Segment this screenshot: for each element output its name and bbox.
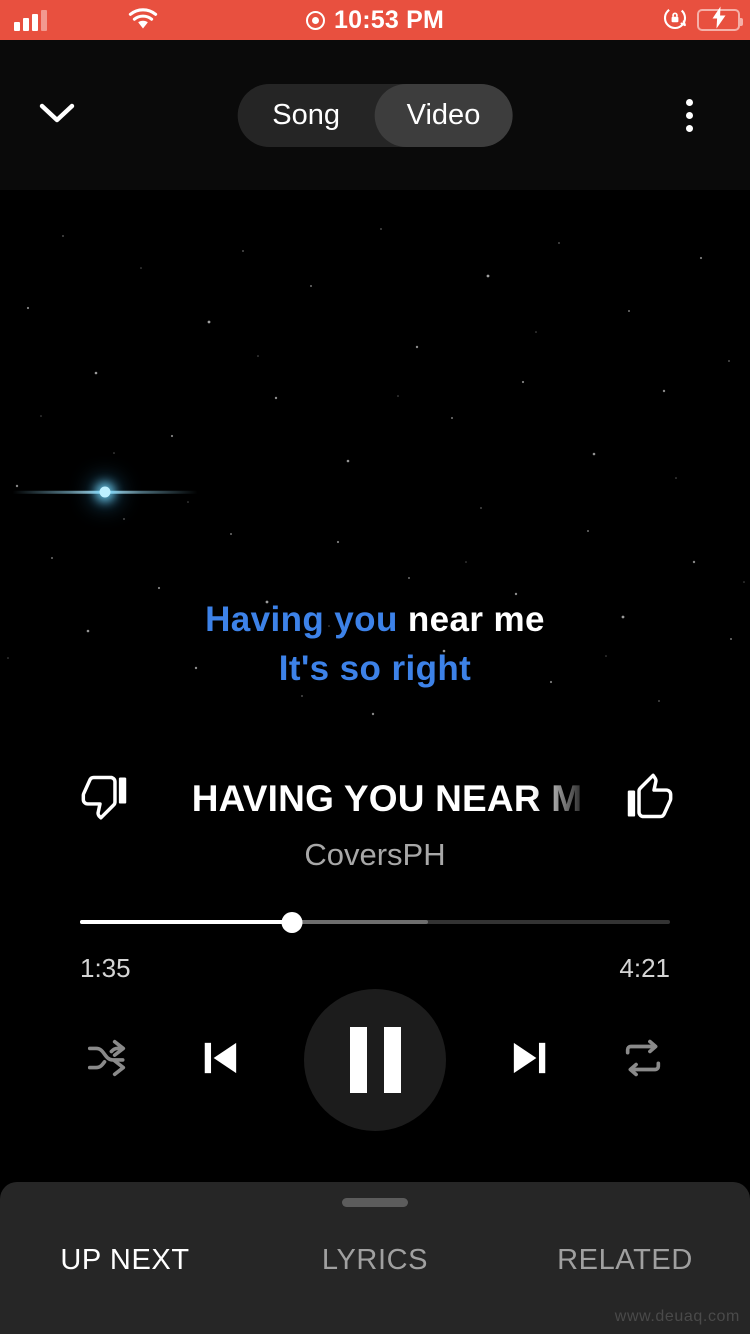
tab-related[interactable]: RELATED — [500, 1244, 750, 1277]
dislike-button[interactable] — [62, 756, 148, 842]
lyric-line-1: Having you near me — [0, 595, 750, 644]
like-button[interactable] — [606, 756, 692, 842]
progress-knob[interactable] — [281, 912, 303, 933]
lyric-sung-text: Having you — [205, 600, 408, 639]
chevron-down-icon — [37, 100, 77, 131]
song-video-toggle[interactable]: Song Video — [237, 83, 513, 147]
collapse-player-button[interactable] — [28, 86, 86, 144]
toggle-option-song[interactable]: Song — [238, 84, 375, 147]
site-watermark: www.deuaq.com — [614, 1308, 740, 1325]
lyric-line-2: It's so right — [278, 649, 472, 688]
record-indicator-icon — [306, 10, 325, 30]
tab-lyrics[interactable]: LYRICS — [250, 1244, 500, 1277]
battery-charging-icon — [697, 6, 743, 31]
player-header: Song Video — [0, 40, 750, 190]
bottom-sheet[interactable]: UP NEXT LYRICS RELATED www.deuaq.com — [0, 1182, 750, 1334]
playback-controls — [0, 985, 750, 1135]
pause-icon — [349, 1027, 367, 1093]
shuffle-button[interactable] — [76, 1029, 138, 1091]
lyric-unsung-text: near me — [407, 600, 545, 639]
sheet-tab-bar: UP NEXT LYRICS RELATED — [0, 1244, 750, 1277]
progress-played — [80, 920, 293, 924]
status-bar-right-group — [662, 5, 743, 36]
video-surface[interactable]: Having you near me It's so right — [0, 190, 750, 725]
thumbs-down-icon — [79, 771, 131, 828]
track-title-container[interactable]: HAVING YOU NEAR M — [148, 753, 606, 845]
title-row: HAVING YOU NEAR M — [0, 753, 750, 845]
time-labels: 1:35 4:21 — [80, 953, 670, 984]
status-bar-clock-group: 10:53 PM — [0, 6, 750, 35]
more-vertical-icon[interactable] — [660, 86, 718, 144]
shuffle-icon — [84, 1035, 130, 1086]
progress-slider[interactable] — [80, 912, 670, 933]
total-duration: 4:21 — [619, 953, 670, 983]
pause-icon-bar2 — [383, 1027, 401, 1093]
play-pause-button[interactable] — [304, 989, 446, 1131]
status-bar: 10:53 PM — [0, 0, 750, 40]
artist-name: CoversPH — [304, 837, 446, 872]
player-controls-panel: HAVING YOU NEAR M CoversPH 1:35 4:21 — [0, 725, 750, 1182]
next-track-button[interactable] — [492, 1023, 566, 1097]
drag-handle[interactable] — [342, 1198, 408, 1207]
elapsed-time: 1:35 — [80, 953, 131, 983]
repeat-icon — [620, 1035, 666, 1086]
video-lyrics-overlay: Having you near me It's so right — [0, 595, 750, 693]
track-title: HAVING YOU NEAR M — [191, 778, 583, 819]
previous-track-button[interactable] — [184, 1023, 258, 1097]
thumbs-up-icon — [623, 771, 675, 828]
skip-next-icon — [503, 1032, 555, 1089]
skip-previous-icon — [195, 1032, 247, 1089]
player-screen: 10:53 PM Song Video Having you near me I… — [0, 0, 750, 1334]
status-bar-time: 10:53 PM — [334, 5, 444, 34]
toggle-option-video[interactable]: Video — [374, 83, 513, 147]
repeat-button[interactable] — [612, 1029, 674, 1091]
tab-up-next[interactable]: UP NEXT — [0, 1244, 250, 1277]
rotation-lock-icon — [662, 5, 688, 36]
